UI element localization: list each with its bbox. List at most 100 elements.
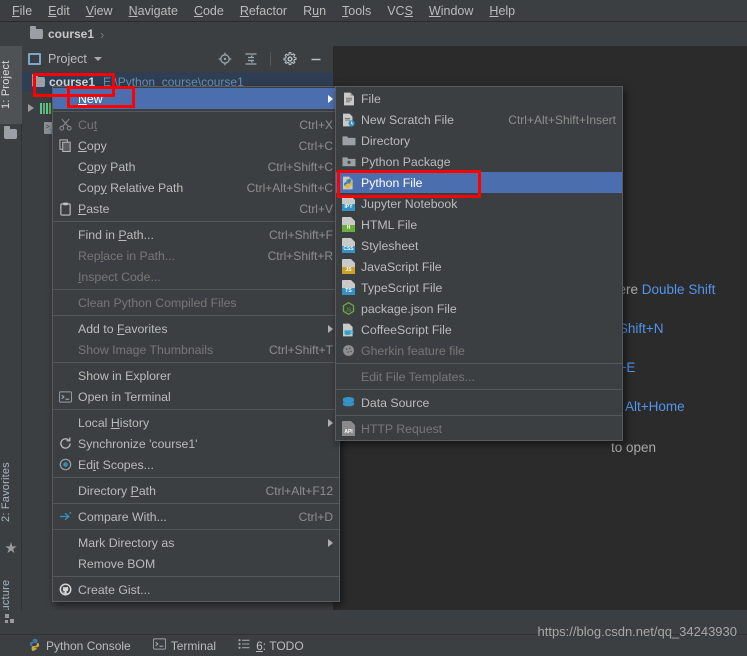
menu-item-mark-directory-as[interactable]: Mark Directory as (53, 532, 339, 553)
status-python-console[interactable]: Python Console (28, 638, 131, 654)
hint-navigation-bar: Alt+Home (625, 399, 685, 414)
menu-item-paste[interactable]: Paste Ctrl+V (53, 198, 339, 219)
folder-icon (32, 74, 45, 87)
menu-tools[interactable]: Tools (334, 2, 379, 20)
menu-item-data-source[interactable]: Data Source (336, 392, 622, 413)
menu-item-show-in-explorer[interactable]: Show in Explorer (53, 365, 339, 386)
sidebar-item-project-label: 1: Project (0, 60, 12, 110)
menu-code[interactable]: Code (186, 2, 232, 20)
collapse-all-icon[interactable] (244, 52, 258, 66)
menu-separator (53, 529, 339, 530)
menu-window[interactable]: Window (421, 2, 481, 20)
gherkin-icon (340, 343, 357, 358)
expand-triangle-icon[interactable] (28, 104, 34, 112)
menu-item-label: Python File (361, 175, 423, 190)
menu-item-create-gist[interactable]: Create Gist... (53, 579, 339, 600)
menu-item-new-scratch-file[interactable]: New Scratch File Ctrl+Alt+Shift+Insert (336, 109, 622, 130)
menu-item-edit-scopes[interactable]: Edit Scopes... (53, 454, 339, 475)
ts-file-icon: TS (340, 280, 357, 295)
menu-item-shortcut: Ctrl+C (298, 138, 333, 153)
menu-item-find-in-path[interactable]: Find in Path... Ctrl+Shift+F (53, 224, 339, 245)
folder-icon (340, 133, 357, 148)
menu-item-directory[interactable]: Directory (336, 130, 622, 151)
toolbar-divider (270, 52, 271, 66)
menu-item-label: Edit File Templates... (361, 369, 475, 384)
menu-item-label: New Scratch File (361, 112, 454, 127)
menu-item-stylesheet[interactable]: CSS Stylesheet (336, 235, 622, 256)
menu-edit[interactable]: Edit (40, 2, 78, 20)
no-icon (57, 368, 74, 383)
js-file-icon: JS (340, 259, 357, 274)
menu-item-python-file[interactable]: Python File (336, 172, 622, 193)
status-terminal[interactable]: Terminal (152, 638, 216, 653)
no-icon (57, 415, 74, 430)
status-python-console-label: Python Console (46, 638, 131, 653)
menu-item-remove-bom[interactable]: Remove BOM (53, 553, 339, 574)
locate-target-icon[interactable] (218, 52, 232, 66)
menu-navigate[interactable]: Navigate (121, 2, 186, 20)
submenu-arrow-icon (328, 418, 333, 427)
menu-separator (53, 111, 339, 112)
menu-item-label: New (78, 91, 103, 106)
sidebar-item-favorites[interactable]: 2: Favorites (0, 446, 22, 538)
menu-item-html-file[interactable]: H HTML File (336, 214, 622, 235)
menu-item-copy-relative-path[interactable]: Copy Relative Path Ctrl+Alt+Shift+C (53, 177, 339, 198)
submenu-arrow-icon (328, 324, 333, 333)
menu-item-synchronize-course1[interactable]: Synchronize 'course1' (53, 433, 339, 454)
chevron-down-icon[interactable] (93, 57, 102, 61)
status-todo[interactable]: 6: TODO (238, 638, 304, 653)
breadcrumb-separator: › (100, 26, 105, 42)
nodejs-icon: JS (340, 301, 357, 316)
menu-file[interactable]: File (4, 2, 40, 20)
menu-item-label: JavaScript File (361, 259, 442, 274)
breadcrumb-course1[interactable]: course1 (30, 26, 94, 41)
no-icon (57, 556, 74, 571)
menu-item-jupyter-notebook[interactable]: IPY Jupyter Notebook (336, 193, 622, 214)
menu-help[interactable]: Help (481, 2, 523, 20)
no-icon (57, 91, 74, 106)
menu-item-python-package[interactable]: Python Package (336, 151, 622, 172)
menu-item-file[interactable]: File (336, 88, 622, 109)
watermark: https://blog.csdn.net/qq_34243930 (537, 624, 738, 639)
no-icon (57, 535, 74, 550)
menu-item-new[interactable]: New (53, 88, 339, 109)
menu-item-local-history[interactable]: Local History (53, 412, 339, 433)
menu-item-shortcut: Ctrl+Alt+Shift+C (246, 180, 333, 195)
no-icon (57, 269, 74, 284)
no-icon (57, 159, 74, 174)
terminal-icon (152, 638, 166, 653)
sidebar-item-project[interactable]: 1: Project (0, 46, 22, 124)
submenu-arrow-icon (328, 94, 333, 103)
menu-item-inspect-code: Inspect Code... (53, 266, 339, 287)
menu-refactor[interactable]: Refactor (232, 2, 295, 20)
project-context-menu[interactable]: New Cut Ctrl+X Copy Ctrl+C Copy Path Ctrl+Shif… (52, 86, 340, 602)
menu-item-copy[interactable]: Copy Ctrl+C (53, 135, 339, 156)
html-file-icon: H (340, 217, 357, 232)
minimize-icon[interactable] (309, 52, 323, 66)
menu-vcs[interactable]: VCS (379, 2, 421, 20)
menu-item-package-json-file[interactable]: JS package.json File (336, 298, 622, 319)
menu-item-compare-with[interactable]: Compare With... Ctrl+D (53, 506, 339, 527)
datasource-icon (340, 395, 357, 410)
menu-item-label: Jupyter Notebook (361, 196, 458, 211)
menu-item-label: Copy Path (78, 159, 136, 174)
menu-item-typescript-file[interactable]: TS TypeScript File (336, 277, 622, 298)
menu-item-add-to-favorites[interactable]: Add to Favorites (53, 318, 339, 339)
menu-item-label: Edit Scopes... (78, 457, 154, 472)
coffeescript-icon (340, 322, 357, 337)
menu-item-copy-path[interactable]: Copy Path Ctrl+Shift+C (53, 156, 339, 177)
menu-run[interactable]: Run (295, 2, 334, 20)
menu-separator (53, 221, 339, 222)
no-icon (340, 369, 357, 384)
menu-view[interactable]: View (78, 2, 121, 20)
new-submenu[interactable]: File New Scratch File Ctrl+Alt+Shift+Inser… (335, 86, 623, 441)
menu-item-javascript-file[interactable]: JS JavaScript File (336, 256, 622, 277)
menu-item-label: Synchronize 'course1' (78, 436, 198, 451)
hint-shortcut: Double Shift (641, 282, 716, 297)
menu-item-coffeescript-file[interactable]: CoffeeScript File (336, 319, 622, 340)
gear-icon[interactable] (283, 52, 297, 66)
menu-item-open-in-terminal[interactable]: Open in Terminal (53, 386, 339, 407)
menu-item-directory-path[interactable]: Directory Path Ctrl+Alt+F12 (53, 480, 339, 501)
left-tool-strip: 1: Project 2: Favorites ★ 7: Structure (0, 46, 22, 639)
svg-text:JS: JS (346, 307, 353, 313)
